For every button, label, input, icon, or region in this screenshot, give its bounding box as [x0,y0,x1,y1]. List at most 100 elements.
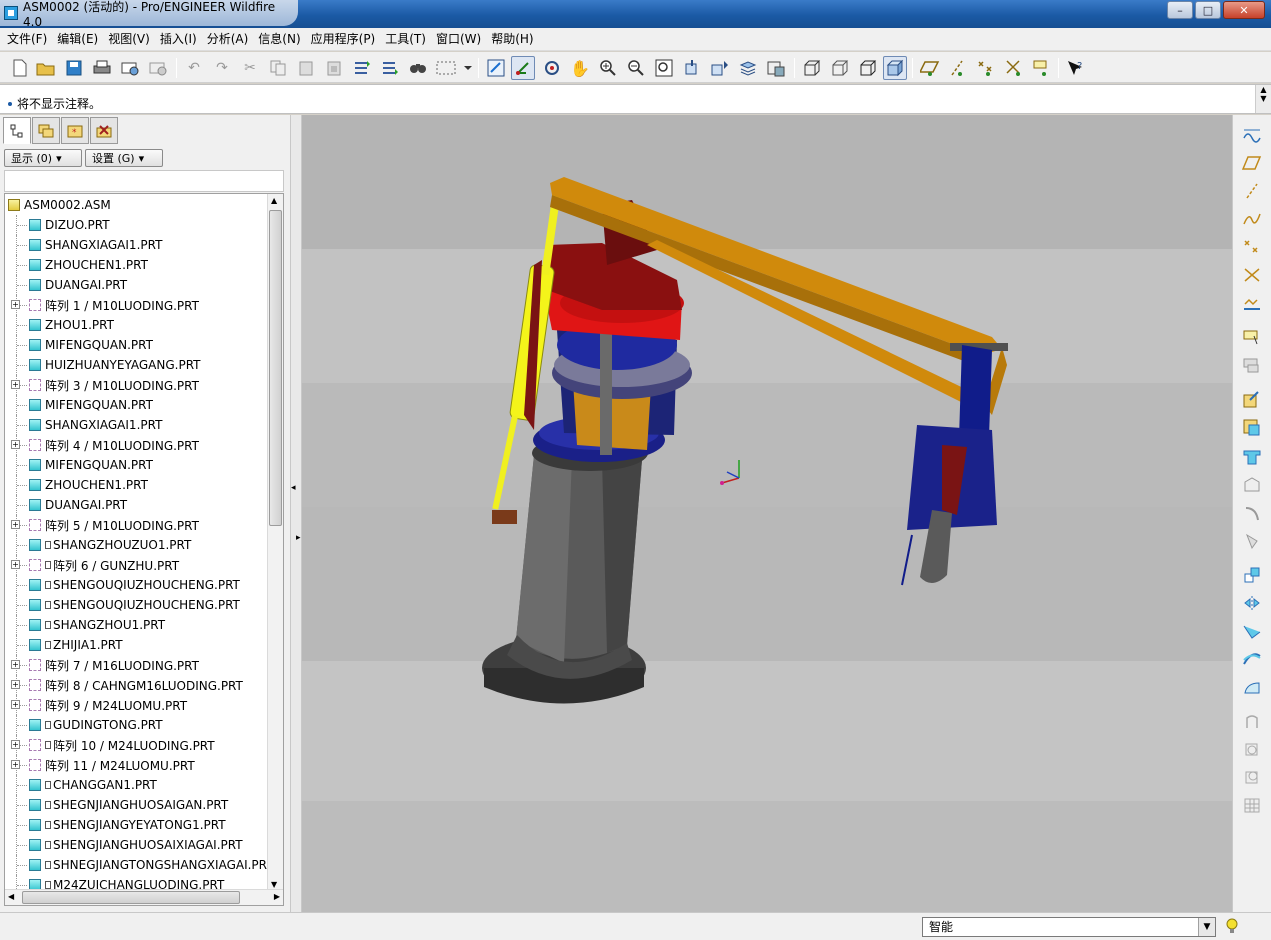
chevron-down-icon[interactable]: ▼ [1198,918,1215,936]
scroll-up-icon[interactable]: ▲ [271,196,277,205]
cut-icon[interactable]: ✂ [238,56,262,80]
tree-node[interactable]: HUIZHUANYEYAGANG.PRT [29,355,201,375]
coord-systems-icon[interactable] [1002,56,1026,80]
show-dropdown[interactable]: 显示 (0) ▾ [4,149,82,167]
new-file-icon[interactable] [8,56,32,80]
layers-icon[interactable] [736,56,760,80]
context-help-icon[interactable]: ? [1064,56,1088,80]
message-scrollbar[interactable]: ▲ ▼ [1255,85,1271,113]
tree-node[interactable]: ZHOUCHEN1.PRT [29,475,148,495]
hole-tool-icon[interactable] [1239,445,1265,469]
tree-node[interactable]: SHANGXIAGAI1.PRT [29,415,162,435]
offset-tool-icon[interactable] [1239,709,1265,733]
expand-right-icon[interactable]: ▸ [296,533,301,543]
reorient-icon[interactable] [680,56,704,80]
repaint-icon[interactable] [484,56,508,80]
datum-csys-tool-icon[interactable] [1239,263,1265,287]
analysis-tool-icon[interactable] [1239,291,1265,315]
selection-box-dropdown[interactable] [434,56,474,80]
expand-node-icon[interactable]: + [11,700,20,709]
graphics-window[interactable] [302,115,1232,912]
pattern-tool-icon[interactable] [1239,563,1265,587]
sketch-tool-icon[interactable] [1239,123,1265,147]
tree-node[interactable]: 阵列 8 / CAHNGM16LUODING.PRT [29,675,243,695]
menu-window[interactable]: 窗口(W) [431,28,486,50]
trim-tool-icon[interactable] [1239,675,1265,699]
rib-tool-icon[interactable] [1239,501,1265,525]
gripper-head[interactable] [901,345,997,586]
regen-manager-icon[interactable] [378,56,402,80]
paste-special-icon[interactable] [322,56,346,80]
tree-node[interactable]: 阵列 9 / M24LUOMU.PRT [29,695,187,715]
expand-node-icon[interactable]: + [11,520,20,529]
menu-tools[interactable]: 工具(T) [380,28,431,50]
copy-icon[interactable] [266,56,290,80]
tree-node[interactable]: 阵列 3 / M10LUODING.PRT [29,375,199,395]
datum-axes-icon[interactable] [946,56,970,80]
tree-node[interactable]: ASM0002.ASM [8,195,111,215]
hidden-line-icon[interactable] [828,56,852,80]
tree-node[interactable]: DUANGAI.PRT [29,275,127,295]
datum-curve-tool-icon[interactable] [1239,207,1265,231]
tree-horizontal-scrollbar[interactable]: ◀ ▶ [5,889,283,905]
shading-icon[interactable] [883,56,907,80]
collapse-left-icon[interactable]: ◂ [291,483,296,493]
scroll-left-icon[interactable]: ◀ [8,892,14,901]
spin-center-icon[interactable] [511,56,535,80]
tree-node[interactable]: DIZUO.PRT [29,215,110,235]
assembly-model[interactable] [302,115,1232,912]
expand-node-icon[interactable]: + [11,740,20,749]
view-manager-icon[interactable] [764,56,788,80]
datum-point-tool-icon[interactable] [1239,235,1265,259]
scroll-right-icon[interactable]: ▶ [274,892,280,901]
thicken-tool-icon[interactable] [1239,737,1265,761]
merge-tool-icon[interactable] [1239,647,1265,671]
tree-node[interactable]: SHANGZHOU1.PRT [29,615,165,635]
save-icon[interactable] [62,56,86,80]
expand-node-icon[interactable]: + [11,380,20,389]
expand-node-icon[interactable]: + [11,660,20,669]
tree-node[interactable]: SHENGOUQIUZHOUCHENG.PRT [29,575,240,595]
datum-axis-tool-icon[interactable] [1239,179,1265,203]
panel-sash[interactable]: ◂ ▸ [290,115,302,912]
wireframe-icon[interactable] [800,56,824,80]
expand-node-icon[interactable]: + [11,300,20,309]
folder-browser-tab-icon[interactable] [32,117,60,144]
create-part-icon[interactable] [1239,415,1265,439]
tree-node[interactable]: SHEGNJIANGHUOSAIGAN.PRT [29,795,228,815]
datum-plane-tool-icon[interactable] [1239,151,1265,175]
menu-edit[interactable]: 编辑(E) [52,28,103,50]
tree-node[interactable]: 阵列 5 / M10LUODING.PRT [29,515,199,535]
refit-icon[interactable] [652,56,676,80]
undo-icon[interactable]: ↶ [182,56,206,80]
regenerate-icon[interactable] [350,56,374,80]
menu-help[interactable]: 帮助(H) [486,28,538,50]
zoom-in-icon[interactable] [596,56,620,80]
grid-tool-icon[interactable] [1239,793,1265,817]
menu-view[interactable]: 视图(V) [103,28,155,50]
connections-tab-icon[interactable] [90,117,118,144]
redo-icon[interactable]: ↷ [210,56,234,80]
menu-insert[interactable]: 插入(I) [155,28,202,50]
annotations-icon[interactable] [1030,56,1054,80]
tree-node[interactable]: 阵列 7 / M16LUODING.PRT [29,655,199,675]
paste-icon[interactable] [294,56,318,80]
menu-file[interactable]: 文件(F) [2,28,52,50]
tree-node[interactable]: ZHIJIA1.PRT [29,635,123,655]
solidify-tool-icon[interactable] [1239,765,1265,789]
open-folder-icon[interactable] [34,56,58,80]
selection-filter-select[interactable]: 智能 ▼ [922,917,1216,937]
pan-hand-icon[interactable]: ✋ [568,56,592,80]
tree-node[interactable]: SHENGJIANGYEYATONG1.PRT [29,815,226,835]
tree-node[interactable]: SHANGZHOUZUO1.PRT [29,535,191,555]
tree-node[interactable]: MIFENGQUAN.PRT [29,395,153,415]
scroll-thumb[interactable] [269,210,282,526]
menu-analysis[interactable]: 分析(A) [202,28,254,50]
model-tree-tab-icon[interactable] [3,117,31,144]
menu-info[interactable]: 信息(N) [253,28,305,50]
draft-tool-icon[interactable] [1239,529,1265,553]
settings-dropdown[interactable]: 设置 (G) ▾ [85,149,163,167]
mirror-tool-icon[interactable] [1239,591,1265,615]
send-mail-icon[interactable] [118,56,142,80]
shell-tool-icon[interactable] [1239,473,1265,497]
